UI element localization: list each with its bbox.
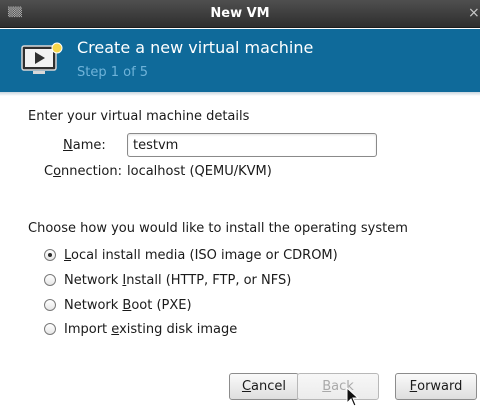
radio-label: Network Install (HTTP, FTP, or NFS) <box>64 272 292 288</box>
cancel-button[interactable]: Cancel <box>229 373 299 400</box>
close-icon[interactable]: × <box>468 5 480 21</box>
back-button[interactable]: Back <box>297 373 379 400</box>
radio-button[interactable] <box>44 299 56 311</box>
radio-network-install[interactable]: Network Install (HTTP, FTP, or NFS) <box>44 271 291 289</box>
wizard-banner: Create a new virtual machine Step 1 of 5 <box>0 29 480 92</box>
details-section-title: Enter your virtual machine details <box>28 109 250 124</box>
connection-value: localhost (QEMU/KVM) <box>127 164 272 179</box>
radio-local-install-media[interactable]: Local install media (ISO image or CDROM) <box>44 246 338 264</box>
radio-label: Import existing disk image <box>64 321 238 337</box>
window-titlebar: ▒▒ New VM × <box>0 0 480 28</box>
radio-network-boot[interactable]: Network Boot (PXE) <box>44 296 192 314</box>
radio-label: Local install media (ISO image or CDROM) <box>64 247 338 263</box>
install-section-title: Choose how you would like to install the… <box>28 221 408 236</box>
radio-import-disk-image[interactable]: Import existing disk image <box>44 320 237 338</box>
radio-label: Network Boot (PXE) <box>64 297 192 313</box>
wizard-step: Step 1 of 5 <box>77 65 149 80</box>
radio-button[interactable] <box>44 249 56 261</box>
monitor-play-icon <box>21 42 63 74</box>
window-title: New VM <box>210 6 270 21</box>
name-input[interactable] <box>127 133 377 157</box>
wizard-heading: Create a new virtual machine <box>77 38 314 57</box>
radio-button[interactable] <box>44 323 56 335</box>
mouse-cursor-icon <box>346 387 360 407</box>
name-label: Name: <box>63 138 106 153</box>
forward-button[interactable]: Forward <box>395 373 477 400</box>
banner-separator <box>0 92 480 96</box>
connection-label: Connection: <box>44 164 122 179</box>
radio-button[interactable] <box>44 274 56 286</box>
